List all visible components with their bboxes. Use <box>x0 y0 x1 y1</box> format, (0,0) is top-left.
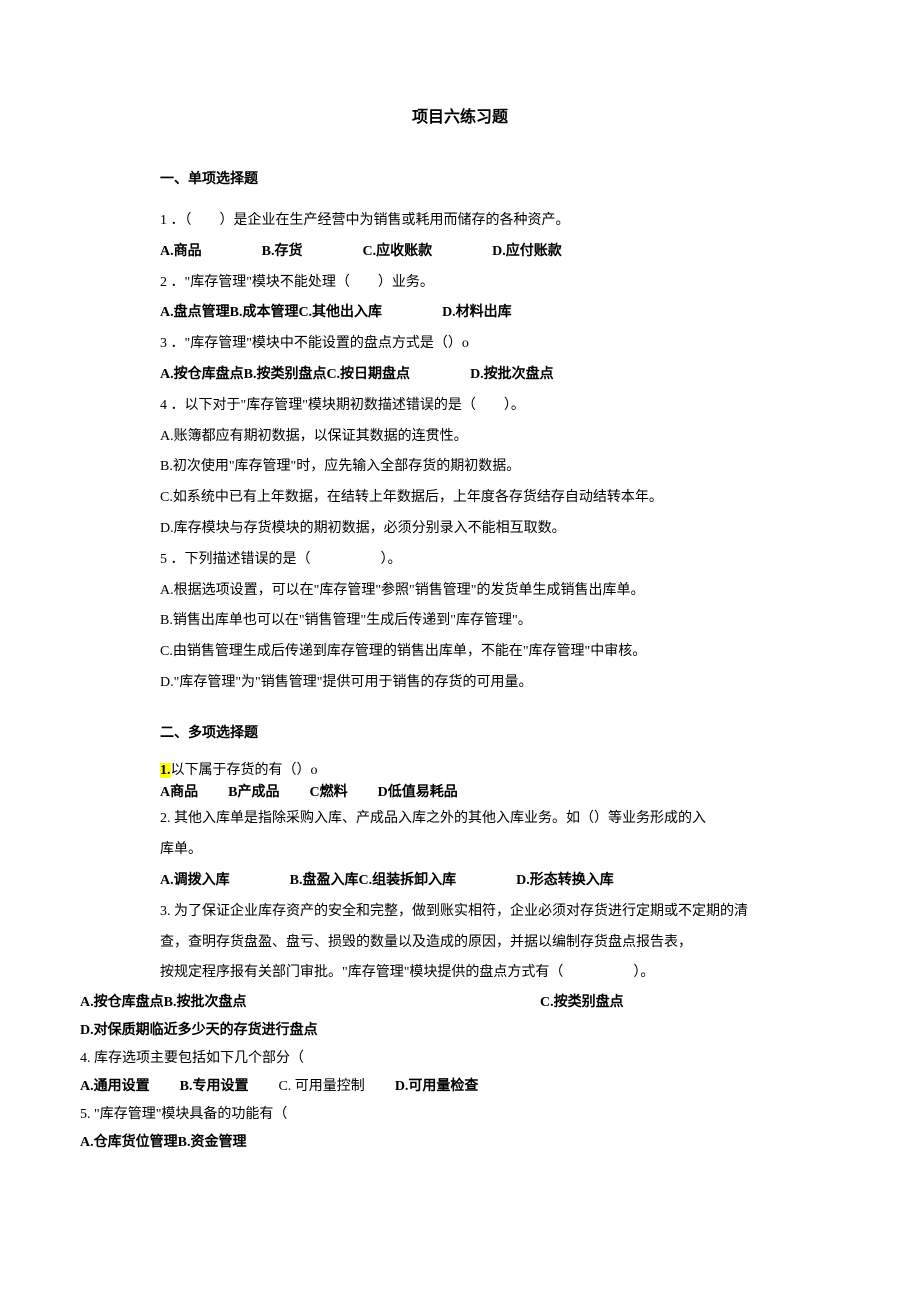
section2-heading: 二、多项选择题 <box>160 719 840 750</box>
opt-bc: B.盘盈入库C.组装拆卸入库 <box>290 866 456 897</box>
s1-q5-a: A.根据选项设置，可以在"库存管理"参照"销售管理"的发货单生成销售出库单。 <box>160 576 820 607</box>
opt-a: A.商品 <box>160 237 202 268</box>
opt-b: B产成品 <box>228 782 279 804</box>
s2-q2-stem: 2. 其他入库单是指除采购入库、产成品入库之外的其他入库业务。如（）等业务形成的… <box>160 804 820 835</box>
s2-q3-line2: 查，查明存货盘盈、盘亏、损毁的数量以及造成的原因，并据以编制存货盘点报告表， <box>160 928 820 959</box>
s2-q3-d: D.对保质期临近多少天的存货进行盘点 <box>80 1017 840 1045</box>
opt-abc: A.按仓库盘点B.按类别盘点C.按日期盘点 <box>160 360 410 391</box>
s1-q5-stem: 5 ．下列描述错误的是（ ）。 <box>160 545 820 576</box>
s2-q2-stem2: 库单。 <box>160 835 820 866</box>
page-title: 项目六练习题 <box>80 100 840 135</box>
opt-c: C燃料 <box>309 782 347 804</box>
s1-q3-stem: 3 ．"库存管理"模块中不能设置的盘点方式是（）o <box>160 329 820 360</box>
s1-q5-d: D."库存管理"为"销售管理"提供可用于销售的存货的可用量。 <box>160 668 820 699</box>
s1-q4-b: B.初次使用"库存管理"时，应先输入全部存货的期初数据。 <box>160 452 820 483</box>
s1-q5-b: B.销售出库单也可以在"销售管理"生成后传递到"库存管理"。 <box>160 606 820 637</box>
s2-q1-options: A商品 B产成品 C燃料 D低值易耗品 <box>160 782 840 804</box>
opt-c: C. 可用量控制 <box>278 1073 364 1101</box>
s1-q4-a: A.账簿都应有期初数据，以保证其数据的连贯性。 <box>160 422 820 453</box>
s1-q1-stem: 1 ．（ ）是企业在生产经营中为销售或耗用而储存的各种资产。 <box>160 206 820 237</box>
s2-q4-options: A.通用设置 B.专用设置 C. 可用量控制 D.可用量检查 <box>80 1073 840 1101</box>
s2-q2-options: A.调拨入库 B.盘盈入库C.组装拆卸入库 D.形态转换入库 <box>160 866 840 897</box>
opt-d: D.可用量检查 <box>395 1073 479 1101</box>
opt-d: D.形态转换入库 <box>516 866 614 897</box>
opt-d: D.按批次盘点 <box>470 360 554 391</box>
section1-heading: 一、单项选择题 <box>160 165 840 196</box>
opt-abc: A.盘点管理B.成本管理C.其他出入库 <box>160 298 382 329</box>
s2-q3-line1: 3. 为了保证企业库存资产的安全和完整，做到账实相符，企业必须对存货进行定期或不… <box>160 897 820 928</box>
opt-a: A商品 <box>160 782 198 804</box>
opt-a: A.调拨入库 <box>160 866 230 897</box>
opt-a: A.通用设置 <box>80 1073 150 1101</box>
s1-q1-options: A.商品 B.存货 C.应收账款 D.应付账款 <box>160 237 840 268</box>
s2-q5-ab: A.仓库货位管理B.资金管理 <box>80 1129 840 1157</box>
s1-q4-d: D.库存模块与存货模块的期初数据，必须分别录入不能相互取数。 <box>160 514 820 545</box>
opt-d: D.应付账款 <box>492 237 562 268</box>
s1-q4-stem: 4 ．以下对于"库存管理"模块期初数描述错误的是（ ）。 <box>160 391 820 422</box>
s1-q2-options: A.盘点管理B.成本管理C.其他出入库 D.材料出库 <box>160 298 840 329</box>
opt-ab: A.按仓库盘点B.按批次盘点 <box>80 989 540 1017</box>
s2-q4-stem: 4. 库存选项主要包括如下几个部分（ <box>80 1045 840 1073</box>
s1-q2-stem: 2 ．"库存管理"模块不能处理（ ）业务。 <box>160 268 820 299</box>
s2-q1: 1.以下属于存货的有（）o <box>160 760 820 782</box>
s2-q3-line3: 按规定程序报有关部门审批。"库存管理"模块提供的盘点方式有（ ）。 <box>160 958 820 989</box>
opt-b: B.存货 <box>262 237 303 268</box>
s2-q1-num: 1. <box>160 763 171 778</box>
s2-q1-stem: 以下属于存货的有（）o <box>171 763 318 778</box>
s1-q5-c: C.由销售管理生成后传递到库存管理的销售出库单，不能在"库存管理"中审核。 <box>160 637 820 668</box>
opt-b: B.专用设置 <box>180 1073 249 1101</box>
s1-q4-c: C.如系统中已有上年数据，在结转上年数据后，上年度各存货结存自动结转本年。 <box>160 483 820 514</box>
opt-c: C.按类别盘点 <box>540 989 840 1017</box>
opt-d: D低值易耗品 <box>378 782 458 804</box>
s2-q3-row1: A.按仓库盘点B.按批次盘点 C.按类别盘点 <box>80 989 840 1017</box>
s1-q3-options: A.按仓库盘点B.按类别盘点C.按日期盘点 D.按批次盘点 <box>160 360 840 391</box>
s2-q5-stem: 5. "库存管理"模块具备的功能有（ <box>80 1101 840 1129</box>
opt-c: C.应收账款 <box>362 237 432 268</box>
opt-d: D.材料出库 <box>442 298 512 329</box>
